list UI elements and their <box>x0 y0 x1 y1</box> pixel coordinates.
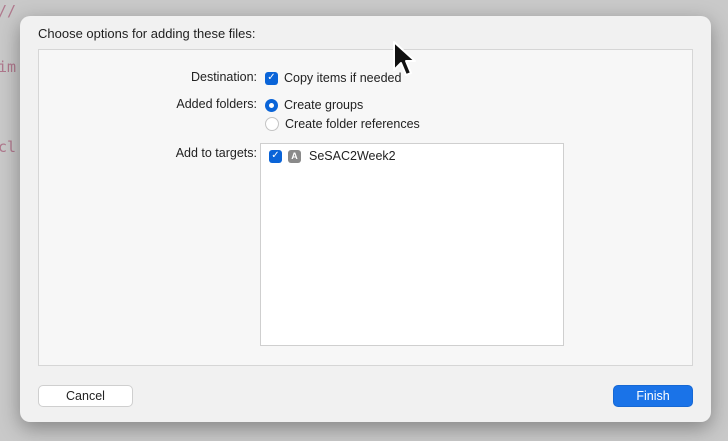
radio-unselected-icon <box>265 117 279 131</box>
create-folder-references-label: Create folder references <box>285 117 420 131</box>
copy-items-label: Copy items if needed <box>284 71 402 85</box>
target-row[interactable]: ✓ A SeSAC2Week2 <box>269 149 396 163</box>
background-code-line: im <box>0 58 17 76</box>
cancel-button[interactable]: Cancel <box>38 385 133 407</box>
radio-selected-icon <box>265 98 278 112</box>
create-groups-label: Create groups <box>284 98 364 112</box>
options-panel: Destination: ✓ Copy items if needed Adde… <box>38 49 693 366</box>
background-code-line: cl <box>0 138 17 156</box>
add-to-targets-label: Add to targets: <box>175 146 257 160</box>
background-code-line: // <box>0 2 17 20</box>
copy-items-checkbox[interactable]: ✓ Copy items if needed <box>265 71 401 85</box>
create-groups-radio[interactable]: Create groups <box>265 98 363 112</box>
mouse-pointer-icon <box>393 41 416 76</box>
target-checkbox[interactable]: ✓ <box>269 149 282 163</box>
targets-list[interactable]: ✓ A SeSAC2Week2 <box>260 143 564 346</box>
create-folder-references-radio[interactable]: Create folder references <box>265 117 420 131</box>
added-folders-label: Added folders: <box>176 97 257 111</box>
checkmark-icon: ✓ <box>265 71 278 85</box>
target-name: SeSAC2Week2 <box>309 149 396 163</box>
dialog-title: Choose options for adding these files: <box>38 26 256 41</box>
app-target-icon: A <box>288 149 301 163</box>
add-files-dialog: Choose options for adding these files: D… <box>20 16 711 422</box>
finish-button[interactable]: Finish <box>613 385 693 407</box>
destination-label: Destination: <box>190 70 257 84</box>
